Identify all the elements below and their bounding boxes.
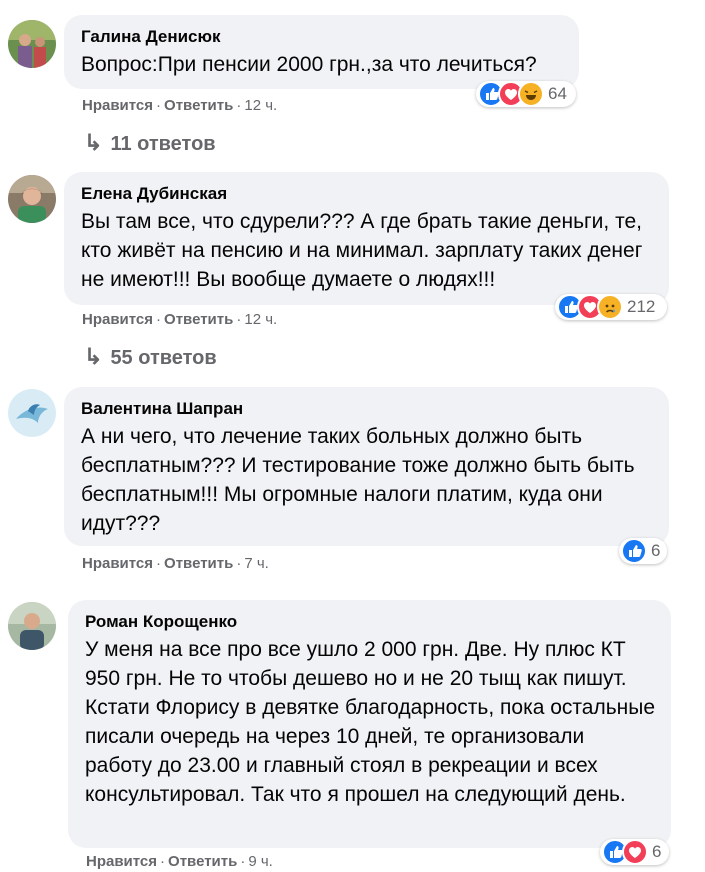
comment-author[interactable]: Галина Денисюк xyxy=(81,26,564,48)
comment-time[interactable]: 7 ч. xyxy=(244,555,269,572)
reply-link[interactable]: Ответить xyxy=(164,97,233,114)
comment-actions: Нравится · Ответить · 12 ч. xyxy=(82,311,278,328)
reaction-count: 6 xyxy=(651,541,661,560)
reply-arrow-icon: ↳ xyxy=(84,130,103,155)
like-reaction-icon xyxy=(621,538,647,564)
comment-bubble: Елена Дубинская Вы там все, что сдурели?… xyxy=(64,172,669,305)
reaction-count: 6 xyxy=(652,842,662,861)
comment-author[interactable]: Роман Корощенко xyxy=(85,611,656,633)
comment-text: Вопрос:При пенсии 2000 грн.,за что лечит… xyxy=(81,53,537,76)
love-reaction-icon xyxy=(622,839,648,865)
comment-bubble: Валентина Шапран А ни чего, что лечение … xyxy=(64,387,669,546)
comment-time[interactable]: 12 ч. xyxy=(244,97,277,114)
reactions-summary[interactable]: 64 xyxy=(476,81,576,107)
reactions-summary[interactable]: 6 xyxy=(600,839,669,865)
reactions-summary[interactable]: 6 xyxy=(619,538,667,564)
avatar[interactable] xyxy=(8,389,56,437)
comment-actions: Нравится · Ответить · 9 ч. xyxy=(86,853,273,870)
comment-actions: Нравится · Ответить · 12 ч. xyxy=(82,97,278,114)
like-link[interactable]: Нравится xyxy=(82,311,153,328)
comment-time[interactable]: 9 ч. xyxy=(248,853,273,870)
avatar[interactable] xyxy=(8,602,56,650)
comment-author[interactable]: Елена Дубинская xyxy=(81,183,654,205)
reply-link[interactable]: Ответить xyxy=(164,555,233,572)
avatar[interactable] xyxy=(8,175,56,223)
haha-reaction-icon xyxy=(518,81,544,107)
reaction-count: 212 xyxy=(627,297,656,316)
comment-bubble: Роман Корощенко У меня на все про все уш… xyxy=(68,600,671,848)
avatar[interactable] xyxy=(8,20,56,68)
reactions-summary[interactable]: 212 xyxy=(555,294,667,320)
view-replies-link[interactable]: ↳ 55 ответов xyxy=(84,344,217,370)
like-link[interactable]: Нравится xyxy=(82,97,153,114)
view-replies-link[interactable]: ↳ 11 ответов xyxy=(84,130,216,156)
like-link[interactable]: Нравится xyxy=(82,555,153,572)
comment-bubble: Галина Денисюк Вопрос:При пенсии 2000 гр… xyxy=(64,15,579,89)
reaction-count: 64 xyxy=(548,84,567,103)
reply-link[interactable]: Ответить xyxy=(168,853,237,870)
sad-reaction-icon xyxy=(597,294,623,320)
reply-arrow-icon: ↳ xyxy=(84,344,103,369)
comment-text: Вы там все, что сдурели??? А где брать т… xyxy=(81,210,643,291)
comment-text: У меня на все про все ушло 2 000 грн. Дв… xyxy=(85,638,656,806)
comment-author[interactable]: Валентина Шапран xyxy=(81,398,654,420)
like-link[interactable]: Нравится xyxy=(86,853,157,870)
comment-text: А ни чего, что лечение таких больных дол… xyxy=(81,425,635,535)
comment-time[interactable]: 12 ч. xyxy=(244,311,277,328)
comment-actions: Нравится · Ответить · 7 ч. xyxy=(82,555,269,572)
reply-link[interactable]: Ответить xyxy=(164,311,233,328)
